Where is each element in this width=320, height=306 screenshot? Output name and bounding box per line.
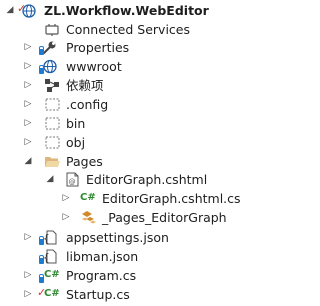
tree-item-properties[interactable]: ▷ Properties <box>0 38 255 57</box>
lock-icon <box>39 46 44 55</box>
solution-explorer-tree: ◢ ✓ ZL.Workflow.WebEditor Connected Serv… <box>0 0 255 306</box>
expanded-arrow-icon[interactable]: ◢ <box>22 152 34 171</box>
svg-text:@: @ <box>69 178 76 186</box>
folder-dashed-icon <box>44 116 62 131</box>
tree-item-bin[interactable]: ▷ bin <box>0 114 255 133</box>
json-file-icon: { <box>39 249 58 264</box>
tree-item-config[interactable]: ▷ .config <box>0 95 255 114</box>
collapsed-arrow-icon[interactable]: ▷ <box>22 76 34 95</box>
csharp-file-icon: C# <box>39 268 60 283</box>
folder-dashed-icon <box>44 135 62 150</box>
folder-dashed-icon <box>44 97 62 112</box>
tree-item-label: _Pages_EditorGraph <box>102 210 227 225</box>
tree-item-label: bin <box>66 116 86 131</box>
expanded-arrow-icon[interactable]: ◢ <box>44 170 56 189</box>
tree-item-connected-services[interactable]: Connected Services <box>0 20 255 39</box>
tree-item-obj[interactable]: ▷ obj <box>0 133 255 152</box>
collapsed-arrow-icon[interactable]: ▷ <box>22 285 34 304</box>
lock-icon <box>39 236 44 245</box>
collapsed-arrow-icon[interactable]: ▷ <box>22 114 34 133</box>
lock-icon <box>39 65 44 74</box>
tree-item-pages-editorgraph-class[interactable]: ▷ _Pages_EditorGraph <box>0 208 255 227</box>
tree-item-label: Properties <box>66 40 130 55</box>
tree-item-label: libman.json <box>66 249 139 264</box>
web-project-icon: ✓ <box>17 2 38 18</box>
tree-item-label: 依赖项 <box>66 78 104 93</box>
tree-item-editorgraph-cshtml-cs[interactable]: ▷ C# EditorGraph.cshtml.cs <box>0 189 255 208</box>
tree-item-label: appsettings.json <box>66 230 169 245</box>
tree-item-project[interactable]: ◢ ✓ ZL.Workflow.WebEditor <box>0 1 255 20</box>
json-file-icon: { <box>39 230 58 245</box>
tree-item-pages[interactable]: ◢ Pages <box>0 152 255 171</box>
tree-item-wwwroot[interactable]: ▷ wwwroot <box>0 57 255 76</box>
pending-edit-check-icon: ✓ <box>37 286 47 299</box>
tree-item-label: Program.cs <box>66 268 137 283</box>
cshtml-file-icon: @ <box>64 172 82 187</box>
collapsed-arrow-icon[interactable]: ▷ <box>60 208 72 227</box>
collapsed-arrow-icon[interactable]: ▷ <box>22 228 34 247</box>
pending-edit-check-icon: ✓ <box>17 2 27 15</box>
csharp-file-icon: C# <box>80 192 96 203</box>
tree-item-label: Pages <box>66 154 103 169</box>
collapsed-arrow-icon[interactable]: ▷ <box>22 38 34 57</box>
tree-item-label: EditorGraph.cshtml <box>86 172 208 187</box>
collapsed-arrow-icon[interactable]: ▷ <box>22 95 34 114</box>
tree-item-label: EditorGraph.cshtml.cs <box>102 191 241 206</box>
tree-item-label: .config <box>66 97 109 112</box>
folder-open-icon <box>44 154 62 169</box>
tree-item-program-cs[interactable]: ▷ C# Program.cs <box>0 266 255 285</box>
wrench-properties-icon <box>39 40 58 55</box>
lock-icon <box>39 255 44 264</box>
connected-services-icon <box>44 22 62 37</box>
collapsed-arrow-icon[interactable]: ▷ <box>22 266 34 285</box>
tree-item-label: Startup.cs <box>66 287 130 302</box>
expanded-arrow-icon[interactable]: ◢ <box>4 1 16 20</box>
class-icon <box>80 210 98 225</box>
dependencies-icon <box>44 78 62 93</box>
tree-item-label: ZL.Workflow.WebEditor <box>44 3 209 18</box>
tree-item-label: Connected Services <box>66 22 190 37</box>
tree-item-label: obj <box>66 135 86 150</box>
tree-item-libman-json[interactable]: { libman.json <box>0 247 255 266</box>
collapsed-arrow-icon[interactable]: ▷ <box>60 189 72 208</box>
lock-icon <box>39 274 44 283</box>
tree-item-appsettings-json[interactable]: ▷ { appsettings.json <box>0 228 255 247</box>
tree-item-editorgraph-cshtml[interactable]: ◢ @ EditorGraph.cshtml <box>0 170 255 189</box>
tree-item-startup-cs[interactable]: ▷ C# ✓ Startup.cs <box>0 285 255 304</box>
collapsed-arrow-icon[interactable]: ▷ <box>22 57 34 76</box>
tree-item-label: wwwroot <box>66 59 122 74</box>
csharp-file-icon: C# ✓ <box>37 286 60 299</box>
collapsed-arrow-icon[interactable]: ▷ <box>22 133 34 152</box>
tree-item-dependencies[interactable]: ▷ 依赖项 <box>0 76 255 95</box>
globe-icon <box>39 59 58 74</box>
